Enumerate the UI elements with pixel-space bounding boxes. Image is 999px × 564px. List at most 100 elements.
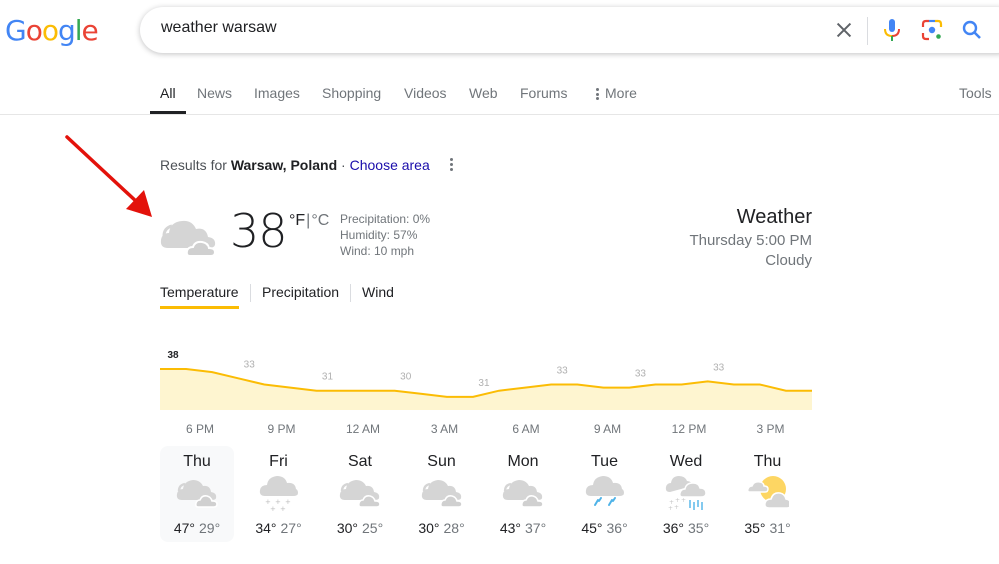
kebab-icon bbox=[596, 87, 599, 102]
day-name: Sun bbox=[427, 453, 456, 470]
tab-shopping[interactable]: Shopping bbox=[322, 85, 381, 101]
logo-letter: o bbox=[25, 14, 43, 47]
cloudy-icon bbox=[339, 480, 381, 508]
subtab-precipitation[interactable]: Precipitation bbox=[262, 284, 339, 300]
day-temps: 45° 36° bbox=[568, 520, 642, 536]
close-icon[interactable] bbox=[833, 19, 855, 41]
partly-sunny-icon bbox=[746, 476, 789, 509]
celsius-toggle[interactable]: °C bbox=[311, 212, 329, 229]
logo-letter: e bbox=[81, 14, 99, 47]
google-logo[interactable]: Google bbox=[5, 14, 99, 47]
tab-all[interactable]: All bbox=[150, 85, 185, 114]
temperature-chart: 38 33 31 30 31 33 33 33 6 PM 9 PM 12 AM 3 AM 6 AM 9 A… bbox=[160, 340, 812, 440]
weather-time: Thursday 5:00 PM bbox=[689, 232, 812, 249]
day-name: Thu bbox=[183, 453, 211, 470]
x-tick-label: 12 AM bbox=[346, 422, 380, 436]
cloudy-icon bbox=[176, 480, 218, 508]
high-temp: 45° bbox=[581, 520, 603, 536]
humidity-value: Humidity: 57% bbox=[340, 228, 418, 242]
x-tick-label: 9 PM bbox=[267, 422, 295, 436]
tab-more-label: More bbox=[605, 85, 637, 101]
microphone-icon[interactable] bbox=[882, 18, 902, 42]
search-nav: All News Images Shopping Videos Web Foru… bbox=[0, 72, 999, 115]
x-tick-label: 3 AM bbox=[431, 422, 458, 436]
forecast-day[interactable]: Tue 45° 36° bbox=[568, 446, 642, 542]
temperature-area bbox=[160, 369, 812, 410]
tab-news[interactable]: News bbox=[197, 85, 232, 101]
high-temp: 35° bbox=[744, 520, 766, 536]
subtab-divider bbox=[350, 284, 351, 302]
subtab-divider bbox=[250, 284, 251, 302]
results-for: Results for Warsaw, Poland · Choose area bbox=[160, 157, 430, 173]
day-name: Sat bbox=[347, 453, 372, 470]
svg-text:+: + bbox=[681, 497, 686, 504]
snow-icon: + + ++ + bbox=[259, 476, 298, 513]
forecast-day[interactable]: Fri + + + + + 34° 27° bbox=[242, 446, 316, 542]
x-tick-label: 6 PM bbox=[186, 422, 214, 436]
low-temp: 29° bbox=[199, 520, 221, 536]
more-options-kebab-icon[interactable] bbox=[446, 156, 456, 172]
low-temp: 27° bbox=[280, 520, 302, 536]
day-name: Thu bbox=[753, 453, 782, 470]
tab-more[interactable]: More bbox=[596, 85, 637, 102]
forecast-day[interactable]: Thu 47° 29° bbox=[160, 446, 234, 542]
data-label: 31 bbox=[478, 378, 490, 389]
search-icon[interactable] bbox=[960, 18, 984, 42]
low-temp: 35° bbox=[688, 520, 710, 536]
x-tick-label: 3 PM bbox=[756, 422, 784, 436]
location-name: Warsaw, Poland bbox=[230, 157, 338, 173]
unit-toggle: °F|°C bbox=[289, 212, 329, 230]
day-temps: 36° 35° bbox=[649, 520, 723, 536]
day-temps: 47° 29° bbox=[160, 520, 234, 536]
results-for-prefix: Results for bbox=[160, 157, 231, 173]
svg-text:+: + bbox=[675, 497, 680, 504]
high-temp: 47° bbox=[173, 520, 195, 536]
forecast-day[interactable]: Mon 43° 37° bbox=[486, 446, 560, 542]
tools-button[interactable]: Tools bbox=[959, 85, 992, 101]
high-temp: 30° bbox=[336, 520, 358, 536]
rain-icon bbox=[585, 476, 624, 506]
search-divider bbox=[867, 17, 868, 45]
subtab-temperature[interactable]: Temperature bbox=[160, 284, 239, 309]
search-input[interactable] bbox=[161, 19, 761, 37]
data-label: 33 bbox=[244, 359, 256, 370]
precipitation-value: Precipitation: 0% bbox=[340, 212, 431, 226]
data-label: 30 bbox=[400, 372, 412, 383]
day-temps: 35° 31° bbox=[731, 520, 805, 536]
subtab-wind[interactable]: Wind bbox=[362, 284, 394, 300]
svg-text:+: + bbox=[285, 498, 291, 506]
high-temp: 36° bbox=[662, 520, 684, 536]
logo-letter: l bbox=[74, 14, 83, 47]
day-name: Tue bbox=[591, 453, 618, 470]
tab-videos[interactable]: Videos bbox=[404, 85, 447, 101]
day-name: Mon bbox=[507, 453, 539, 470]
cloudy-icon bbox=[160, 220, 217, 256]
forecast-day[interactable]: Sun 30° 28° bbox=[405, 446, 479, 542]
tab-forums[interactable]: Forums bbox=[520, 85, 567, 101]
cloudy-icon bbox=[421, 480, 463, 508]
weather-condition: Cloudy bbox=[765, 252, 812, 269]
data-label: 31 bbox=[322, 372, 334, 383]
svg-text:+: + bbox=[270, 505, 276, 513]
tab-images[interactable]: Images bbox=[254, 85, 300, 101]
low-temp: 25° bbox=[362, 520, 384, 536]
day-name: Fri bbox=[269, 453, 288, 470]
cloudy-icon bbox=[502, 480, 544, 508]
forecast-day[interactable]: Wed + + + + + 36° 35° bbox=[649, 446, 723, 542]
data-label: 33 bbox=[713, 362, 725, 373]
choose-area-link[interactable]: Choose area bbox=[350, 157, 430, 173]
x-tick-label: 6 AM bbox=[512, 422, 539, 436]
forecast-day[interactable]: Sat 30° 25° bbox=[323, 446, 397, 542]
google-lens-icon[interactable] bbox=[920, 18, 944, 42]
high-temp: 43° bbox=[499, 520, 521, 536]
fahrenheit-toggle[interactable]: °F bbox=[289, 212, 305, 229]
logo-letter: o bbox=[41, 14, 59, 47]
current-temperature: 38 bbox=[230, 204, 288, 258]
logo-letter: g bbox=[57, 14, 76, 47]
tab-web[interactable]: Web bbox=[469, 85, 498, 101]
low-temp: 31° bbox=[769, 520, 791, 536]
high-temp: 34° bbox=[255, 520, 277, 536]
forecast-day[interactable]: Thu 35° 31° bbox=[731, 446, 805, 542]
results-for-separator: · bbox=[337, 157, 350, 173]
logo-letter: G bbox=[5, 14, 27, 47]
